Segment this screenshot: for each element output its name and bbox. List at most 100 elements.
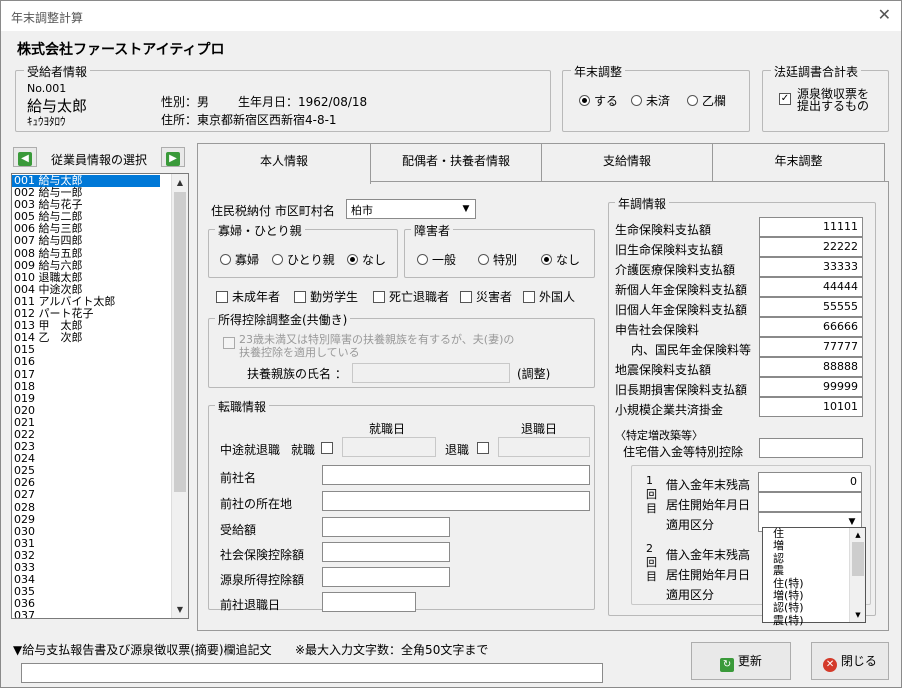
category-dropdown-list[interactable]: 住増認震住(特) 増(特) 認(特) 震(特) ▲ ▼ — [762, 527, 866, 626]
scroll-down-icon[interactable]: ▼ — [850, 608, 866, 622]
annual-row-field[interactable]: 77777 — [759, 337, 863, 357]
annual-row-field[interactable]: 33333 — [759, 257, 863, 277]
prev-address-field[interactable] — [322, 491, 590, 511]
radio-icon[interactable] — [541, 254, 552, 265]
prev-company-field[interactable] — [322, 465, 590, 485]
close-icon[interactable]: ✕ — [878, 5, 891, 24]
checkbox-icon[interactable] — [216, 291, 228, 303]
checkbox-icon[interactable] — [523, 291, 535, 303]
employee-list-item[interactable]: 033 — [12, 561, 188, 574]
radio-icon[interactable] — [631, 95, 642, 106]
employee-list-item[interactable]: 030 — [12, 525, 188, 538]
checkbox-icon[interactable] — [373, 291, 385, 303]
employee-list-item[interactable]: 014 乙 次郎 — [12, 332, 188, 344]
scroll-up-icon[interactable]: ▲ — [850, 528, 866, 542]
withholding-field[interactable] — [322, 567, 450, 587]
employee-list-item[interactable]: 034 — [12, 574, 188, 586]
annual-row-field[interactable]: 66666 — [759, 317, 863, 337]
employee-list-item[interactable]: 028 — [12, 501, 188, 514]
refresh-button[interactable]: ↻ 更新 — [691, 642, 791, 680]
annual-row-field[interactable]: 99999 — [759, 377, 863, 397]
submit-checkbox[interactable]: ✓ — [779, 93, 791, 105]
close-button[interactable]: ✕ 閉じる — [811, 642, 889, 680]
widow-option-single-parent[interactable]: ひとり親 — [272, 251, 335, 268]
annual-row-field[interactable]: 22222 — [759, 237, 863, 257]
prev-employee-button[interactable]: ◀ — [13, 147, 37, 167]
disability-option-none[interactable]: なし — [541, 251, 580, 268]
chevron-down-icon[interactable]: ▼ — [459, 202, 473, 216]
dependent-name-field[interactable] — [352, 363, 510, 383]
employee-list-item[interactable]: 036 — [12, 598, 188, 610]
year-end-option-pending[interactable]: 未済 — [631, 92, 670, 109]
employee-list-item[interactable]: 009 給与六郎 — [12, 259, 188, 272]
widow-option-widow[interactable]: 寡婦 — [220, 251, 259, 268]
tab-spouse-dependents[interactable]: 配偶者・扶養者情報 — [370, 143, 542, 181]
employee-list-item[interactable]: 015 — [12, 344, 188, 356]
leave-date-field[interactable] — [498, 437, 590, 457]
employee-list-item[interactable]: 024 — [12, 453, 188, 465]
tab-year-end[interactable]: 年末調整 — [712, 143, 885, 181]
annual-row-field[interactable]: 55555 — [759, 297, 863, 317]
annual-row-field[interactable]: 44444 — [759, 277, 863, 297]
employee-list-item[interactable]: 021 — [12, 416, 188, 429]
popup-scrollbar[interactable]: ▲ ▼ — [849, 528, 865, 622]
checkbox-icon[interactable] — [460, 291, 472, 303]
employee-list-item[interactable]: 022 — [12, 428, 188, 441]
employee-list-item[interactable]: 029 — [12, 513, 188, 526]
employee-list-item[interactable]: 035 — [12, 586, 188, 598]
scroll-thumb[interactable] — [174, 192, 186, 492]
leave-checkbox[interactable] — [477, 442, 489, 454]
radio-icon[interactable] — [347, 254, 358, 265]
employee-list-scrollbar[interactable]: ▲ ▼ — [171, 174, 188, 618]
disability-option-special[interactable]: 特別 — [478, 251, 517, 268]
social-insurance-field[interactable] — [322, 542, 450, 562]
flag-working-student[interactable]: 勤労学生 — [294, 288, 358, 305]
employee-list-item[interactable]: 037 — [12, 610, 188, 618]
employee-list-item[interactable]: 007 給与四郎 — [12, 235, 188, 247]
employee-list-item[interactable]: 018 — [12, 380, 188, 393]
scroll-down-icon[interactable]: ▼ — [172, 601, 188, 618]
employee-list-item[interactable]: 017 — [12, 368, 188, 381]
annual-row-field[interactable]: 88888 — [759, 357, 863, 377]
tab-payment[interactable]: 支給情報 — [541, 143, 713, 181]
next-employee-button[interactable]: ▶ — [161, 147, 185, 167]
prev-leave-date-field[interactable] — [322, 592, 416, 612]
annual-row-field[interactable]: 10101 — [759, 397, 863, 417]
scroll-thumb[interactable] — [852, 542, 864, 576]
scroll-up-icon[interactable]: ▲ — [172, 174, 188, 191]
employee-list-item[interactable]: 032 — [12, 549, 188, 562]
flag-disaster[interactable]: 災害者 — [460, 288, 512, 305]
employee-list-item[interactable]: 016 — [12, 356, 188, 368]
radio-icon[interactable] — [417, 254, 428, 265]
flag-deceased[interactable]: 死亡退職者 — [373, 288, 449, 305]
year-end-option-otsu[interactable]: 乙欄 — [687, 92, 726, 109]
income-adjustment-checkbox[interactable] — [223, 337, 235, 349]
employee-list-item[interactable]: 023 — [12, 441, 188, 453]
checkbox-icon[interactable] — [294, 291, 306, 303]
memo-field[interactable] — [21, 663, 603, 683]
employee-list-item[interactable]: 031 — [12, 537, 188, 550]
employee-list-item[interactable]: 026 — [12, 477, 188, 489]
employee-list-item[interactable]: 019 — [12, 392, 188, 405]
radio-icon[interactable] — [478, 254, 489, 265]
employee-list-item[interactable]: 020 — [12, 404, 188, 417]
annual-row-field[interactable]: 11111 — [759, 217, 863, 237]
resident-tax-select[interactable]: 柏市 ▼ — [346, 199, 476, 219]
disability-option-general[interactable]: 一般 — [417, 251, 456, 268]
radio-icon[interactable] — [220, 254, 231, 265]
employee-list-item[interactable]: 008 給与五郎 — [12, 247, 188, 260]
employee-list[interactable]: 001 給与太郎 002 給与一郎 003 給与花子 005 給与二郎 006 給与三郎… — [11, 173, 189, 619]
loan-balance-1-field[interactable]: 0 — [758, 472, 862, 492]
employee-list-item[interactable]: 027 — [12, 489, 188, 501]
hire-checkbox[interactable] — [321, 442, 333, 454]
housing-loan-field[interactable] — [759, 438, 863, 458]
radio-icon[interactable] — [272, 254, 283, 265]
radio-icon[interactable] — [687, 95, 698, 106]
year-end-option-do[interactable]: する — [579, 92, 618, 109]
residence-start-1-field[interactable] — [758, 492, 862, 512]
flag-foreigner[interactable]: 外国人 — [523, 288, 575, 305]
flag-minor[interactable]: 未成年者 — [216, 288, 280, 305]
tab-personal[interactable]: 本人情報 — [197, 143, 371, 184]
radio-icon[interactable] — [579, 95, 590, 106]
employee-list-item[interactable]: 025 — [12, 465, 188, 477]
